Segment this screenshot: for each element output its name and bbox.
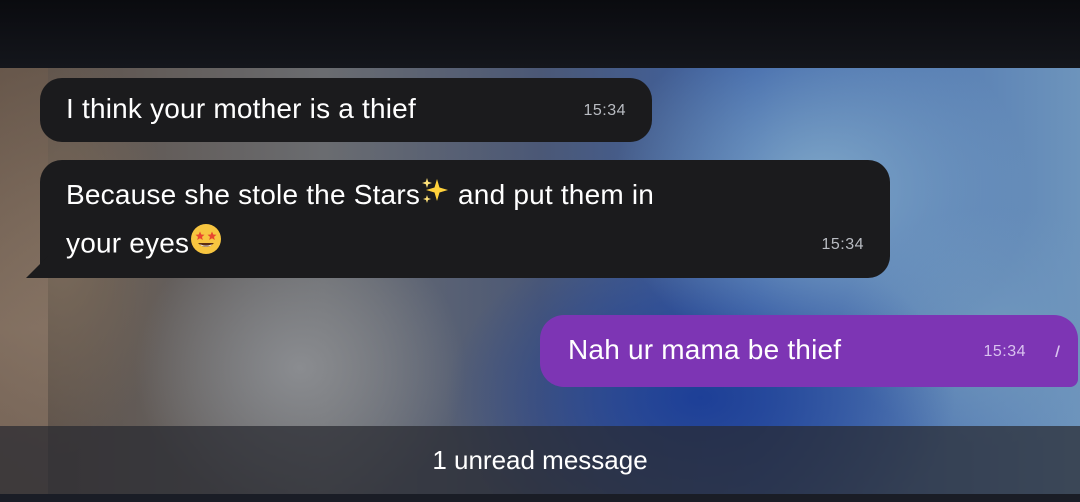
read-receipt-double-check-icon: // (1055, 344, 1059, 361)
incoming-message-bubble[interactable]: I think your mother is a thief 15:34 (40, 78, 652, 142)
sparkles-emoji-icon (420, 176, 450, 218)
message-text: I think your mother is a thief (66, 93, 416, 124)
message-timestamp: 15:34 (583, 102, 626, 119)
message-text-fragment: and put them in (450, 179, 655, 210)
chat-screen: I think your mother is a thief 15:34 Bec… (0, 0, 1080, 502)
message-timestamp: 15:34 (983, 343, 1026, 360)
outgoing-message-bubble[interactable]: Nah ur mama be thief 15:34 // (540, 315, 1078, 387)
star-struck-emoji-icon (189, 222, 223, 268)
message-text-fragment: Because she stole the Stars (66, 179, 421, 210)
bottom-edge (0, 494, 1080, 502)
unread-banner-label: 1 unread message (432, 445, 648, 475)
message-timestamp: 15:34 (821, 236, 864, 253)
message-text-line: your eyes (66, 222, 223, 268)
unread-messages-banner[interactable]: 1 unread message (0, 426, 1080, 494)
bubble-tail (26, 256, 48, 278)
message-text-line: Because she stole the Stars and put them… (66, 174, 654, 218)
incoming-message-bubble[interactable]: Because she stole the Stars and put them… (40, 160, 890, 278)
message-text-fragment: your eyes (66, 227, 190, 259)
top-bar (0, 0, 1080, 68)
message-text: Nah ur mama be thief (568, 334, 842, 365)
